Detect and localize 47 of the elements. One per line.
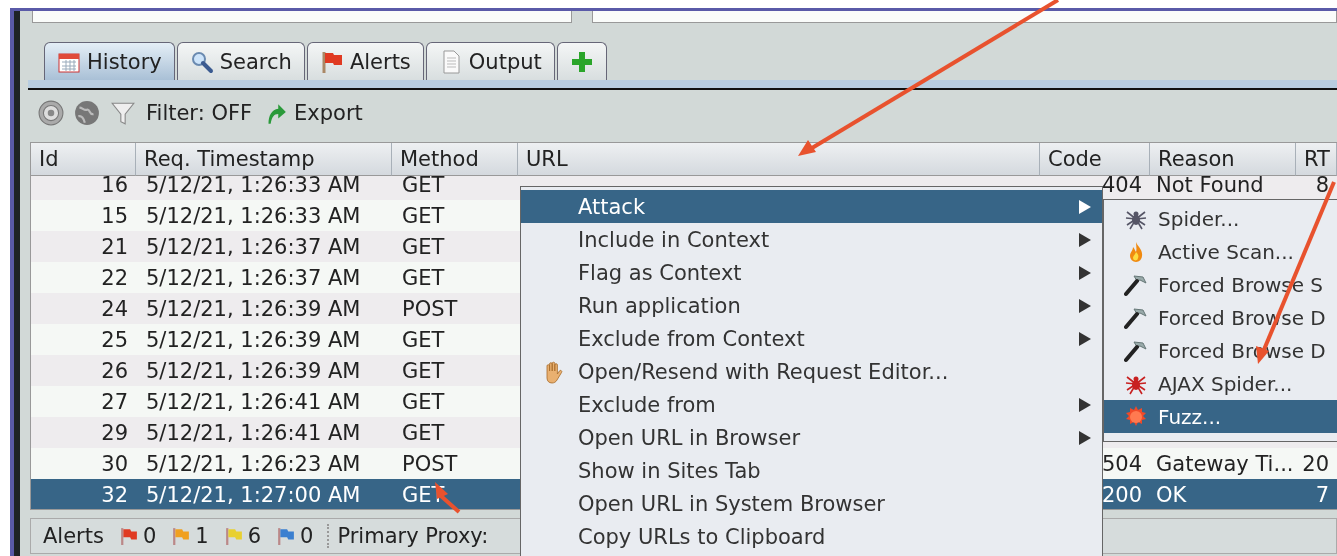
table-cell: GET xyxy=(402,234,445,259)
table-cell: 5/12/21, 1:26:41 AM xyxy=(146,389,361,414)
table-cell: Gateway Ti... xyxy=(1156,451,1294,476)
table-cell: GET xyxy=(402,203,445,228)
table-cell: 22 xyxy=(101,265,128,290)
table-cell: GET xyxy=(402,358,445,383)
table-cell: 5/12/21, 1:26:37 AM xyxy=(146,265,361,290)
table-cell: 7 xyxy=(1315,482,1329,507)
table-cell: 16 xyxy=(101,176,128,197)
table-cell: 15 xyxy=(101,203,128,228)
table-cell: 5/12/21, 1:26:39 AM xyxy=(146,296,361,321)
table-cell: 26 xyxy=(101,358,128,383)
table-cell: GET xyxy=(402,420,445,445)
table-cell: 25 xyxy=(101,327,128,352)
table-cell: Not Found xyxy=(1156,176,1264,197)
table-cell: 5/12/21, 1:26:39 AM xyxy=(146,358,361,383)
table-cell: 32 xyxy=(101,482,128,507)
table-cell: 5/12/21, 1:26:39 AM xyxy=(146,327,361,352)
table-cell: 404 xyxy=(1101,176,1142,197)
table-cell: GET xyxy=(402,265,445,290)
alert-count: 0 xyxy=(300,524,314,548)
table-cell: 5/12/21, 1:26:33 AM xyxy=(146,176,361,197)
alerts-label: Alerts xyxy=(43,524,104,548)
table-cell: POST xyxy=(402,451,458,476)
table-cell: 5/12/21, 1:26:37 AM xyxy=(146,234,361,259)
table-cell: 200 xyxy=(1101,482,1142,507)
table-cell: 8 xyxy=(1315,176,1329,197)
table-cell: POST xyxy=(402,296,458,321)
table-cell: 5/12/21, 1:27:00 AM xyxy=(146,482,361,507)
table-cell: 5/12/21, 1:26:33 AM xyxy=(146,203,361,228)
alert-count: 6 xyxy=(247,524,262,548)
table-cell: 24 xyxy=(101,296,128,321)
table-cell: 29 xyxy=(101,420,128,445)
alert-count: 0 xyxy=(142,524,157,548)
proxy-label: Primary Proxy: xyxy=(337,524,489,548)
table-cell: OK xyxy=(1156,482,1187,507)
table-cell: GET xyxy=(402,327,445,352)
alert-count: 1 xyxy=(195,524,209,548)
table-cell: 20 xyxy=(1302,451,1329,476)
table-cell: 5/12/21, 1:26:23 AM xyxy=(146,451,361,476)
table-cell: 27 xyxy=(101,389,128,414)
table-cell: 5/12/21, 1:26:41 AM xyxy=(146,420,361,445)
table-cell: 504 xyxy=(1101,451,1142,476)
table-cell: GET xyxy=(402,176,445,197)
table-cell: 30 xyxy=(101,451,128,476)
table-cell: GET xyxy=(402,389,445,414)
table-cell: 21 xyxy=(101,234,128,259)
